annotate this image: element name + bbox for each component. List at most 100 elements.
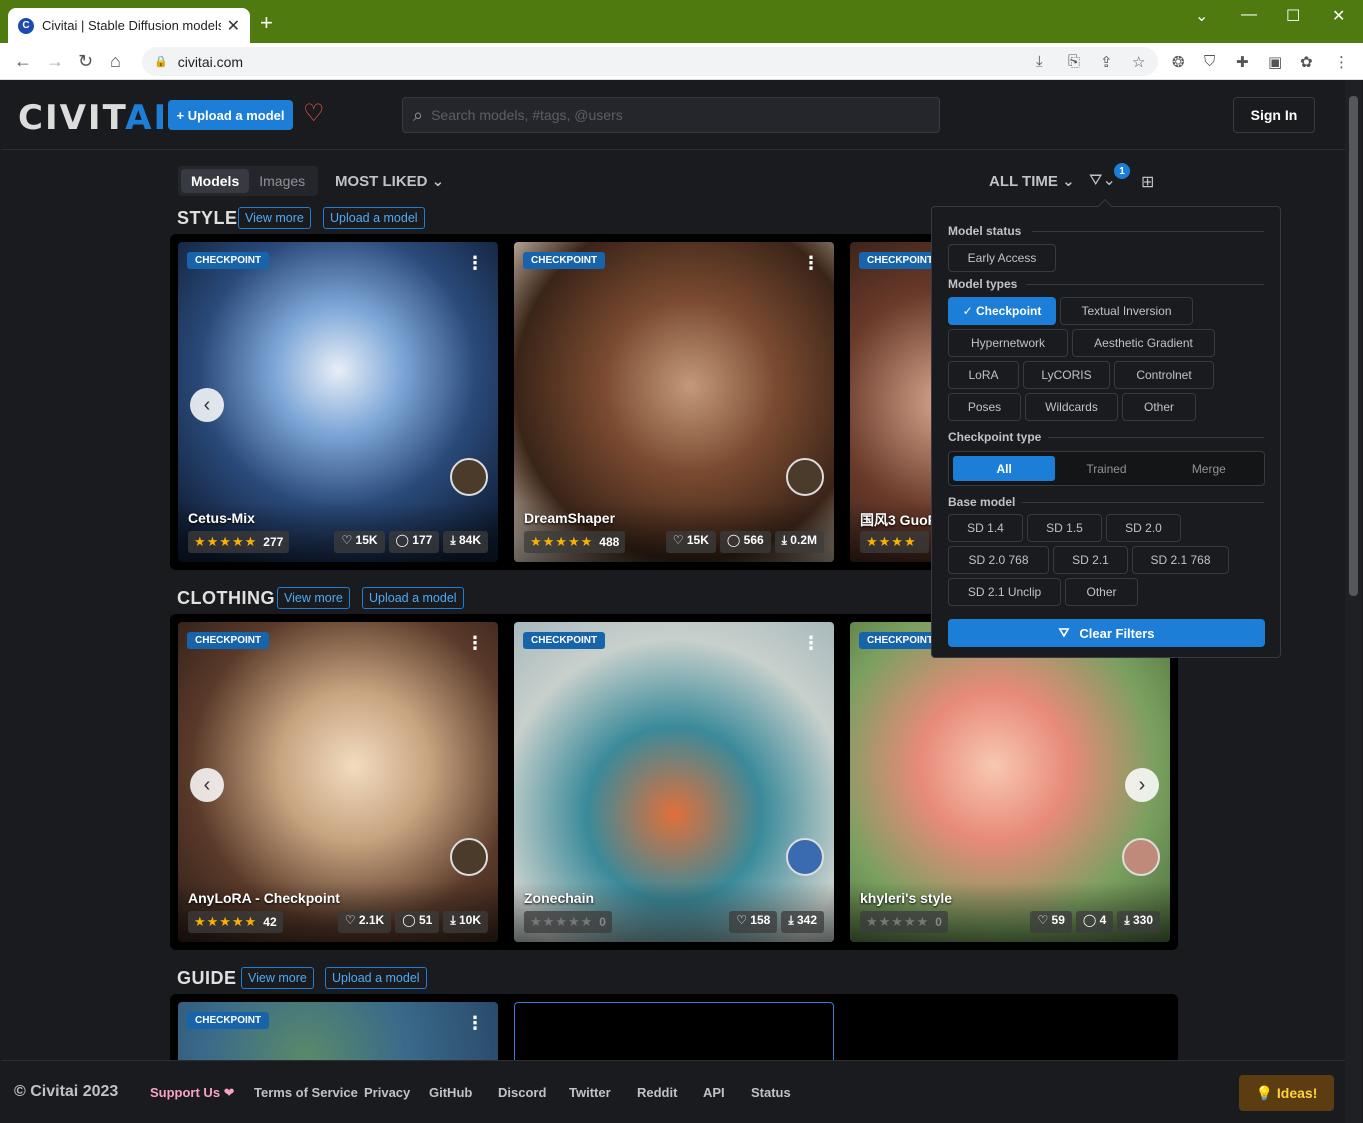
avatar[interactable] [786, 458, 824, 496]
upload-model-button[interactable]: + Upload a model [168, 100, 293, 130]
tab-search-icon[interactable]: ⌄ [1195, 6, 1208, 26]
footer-link-reddit[interactable]: Reddit [637, 1085, 677, 1100]
profile-avatar-icon[interactable]: ✿ [1300, 53, 1313, 71]
carousel-prev-icon[interactable]: ‹ [190, 768, 224, 802]
extension-openai-icon[interactable]: ❂ [1172, 53, 1185, 71]
card-menu-icon[interactable]: ⋮ [466, 1014, 484, 1032]
footer-link-terms[interactable]: Terms of Service [254, 1085, 358, 1100]
ideas-button[interactable]: 💡 Ideas! [1239, 1075, 1334, 1111]
checkpoint-type-label: Checkpoint type [948, 430, 1042, 444]
filter-chip-sd-2-0[interactable]: SD 2.0 [1106, 514, 1181, 542]
carousel-prev-icon[interactable]: ‹ [190, 388, 224, 422]
tab-images[interactable]: Images [249, 169, 315, 193]
card-menu-icon[interactable]: ⋮ [466, 634, 484, 652]
filter-chip-other-base[interactable]: Other [1065, 578, 1138, 606]
install-app-icon[interactable]: ⤓ [1036, 53, 1043, 70]
filter-chip-textual-inversion[interactable]: Textual Inversion [1060, 297, 1193, 325]
browser-tab[interactable]: C Civitai | Stable Diffusion models ✕ [8, 8, 250, 43]
footer-link-discord[interactable]: Discord [498, 1085, 546, 1100]
checkpoint-type-trained[interactable]: Trained [1055, 456, 1157, 481]
forward-icon[interactable]: → [46, 51, 64, 71]
section-upload-button[interactable]: Upload a model [325, 967, 427, 989]
model-card[interactable]: CHECKPOINT ⋮ AnyLoRA - Checkpoint ★★★★★ 4… [178, 622, 498, 942]
new-tab-icon[interactable]: + [260, 12, 273, 34]
filter-chip-wildcards[interactable]: Wildcards [1025, 393, 1118, 421]
model-card[interactable]: CHECKPOINT ⋮ DreamShaper ★★★★★ 488 ♡ 15K ◯… [514, 242, 834, 562]
filter-button[interactable]: ⛛⌄ [1089, 170, 1116, 190]
extensions-puzzle-icon[interactable]: ✚ [1236, 53, 1249, 71]
bookmark-star-icon[interactable]: ☆ [1132, 53, 1145, 71]
close-window-icon[interactable]: ✕ [1332, 6, 1345, 26]
extension-shield-icon[interactable]: ⛉ [1204, 53, 1215, 70]
model-card[interactable]: CHECKPOINT ⋮ Zonechain ★★★★★ 0 ♡ 158 ⤓ 342 [514, 622, 834, 942]
view-more-button[interactable]: View more [238, 207, 311, 229]
model-name: 国风3 GuoF [860, 512, 937, 528]
avatar[interactable] [450, 458, 488, 496]
checkpoint-type-merge[interactable]: Merge [1158, 456, 1260, 481]
filter-chip-lycoris[interactable]: LyCORIS [1023, 361, 1110, 389]
translate-icon[interactable]: ⎘ [1068, 53, 1080, 70]
model-card-placeholder[interactable] [514, 1002, 834, 1064]
avatar[interactable] [450, 838, 488, 876]
search-input[interactable]: ⌕ Search models, #tags, @users [402, 97, 940, 133]
model-card[interactable]: CHECKPOINT ⋮ Cetus-Mix ★★★★★ 277 ♡ 15K ◯ 1… [178, 242, 498, 562]
comment-count: ◯ 4 [1075, 911, 1114, 933]
footer-link-api[interactable]: API [703, 1085, 725, 1100]
clear-filters-button[interactable]: ⛛ Clear Filters [948, 619, 1265, 647]
filter-chip-sd-1-5[interactable]: SD 1.5 [1027, 514, 1102, 542]
view-more-button[interactable]: View more [241, 967, 314, 989]
support-us-link[interactable]: Support Us ❤ [150, 1085, 235, 1101]
layout-grid-icon[interactable]: ⊞ [1141, 172, 1154, 192]
chrome-menu-icon[interactable]: ⋮ [1334, 53, 1349, 71]
card-menu-icon[interactable]: ⋮ [802, 254, 820, 272]
card-menu-icon[interactable]: ⋮ [802, 634, 820, 652]
sign-in-button[interactable]: Sign In [1233, 97, 1315, 133]
filter-chip-sd-2-0-768[interactable]: SD 2.0 768 [948, 546, 1049, 574]
share-icon[interactable]: ⇪ [1100, 53, 1113, 71]
filter-chip-lora[interactable]: LoRA [948, 361, 1019, 389]
site-header: CIVITAI + Upload a model ♡ ⌕ Search mode… [1, 80, 1345, 150]
filter-chip-sd-1-4[interactable]: SD 1.4 [948, 514, 1023, 542]
card-menu-icon[interactable]: ⋮ [466, 254, 484, 272]
maximize-icon[interactable]: ☐ [1286, 6, 1300, 26]
sort-dropdown[interactable]: MOST LIKED ⌄ [335, 172, 444, 190]
filter-chip-early-access[interactable]: Early Access [948, 244, 1056, 272]
model-card[interactable]: CHECKPOINT ⋮ [178, 1002, 498, 1064]
support-heart-icon[interactable]: ♡ [303, 100, 325, 128]
scrollbar-thumb[interactable] [1349, 96, 1358, 596]
logo-text-ai: AI [125, 98, 169, 138]
side-panel-icon[interactable]: ▣ [1268, 53, 1282, 71]
footer-link-status[interactable]: Status [751, 1085, 791, 1100]
carousel-next-icon[interactable]: › [1125, 768, 1159, 802]
model-card[interactable]: CHECKPOINT khyleri's style ★★★★★ 0 ♡ 59 ◯ … [850, 622, 1170, 942]
tab-models[interactable]: Models [181, 169, 250, 193]
filter-chip-hypernetwork[interactable]: Hypernetwork [948, 329, 1068, 357]
section-upload-button[interactable]: Upload a model [323, 207, 425, 229]
filter-chip-sd-2-1-768[interactable]: SD 2.1 768 [1132, 546, 1229, 574]
page-scrollbar[interactable] [1345, 80, 1362, 1123]
url-bar[interactable]: 🔒 civitai.com [142, 47, 1158, 76]
back-icon[interactable]: ← [14, 51, 32, 71]
civitai-logo[interactable]: CIVITAI [18, 98, 168, 138]
footer-link-twitter[interactable]: Twitter [569, 1085, 611, 1100]
filter-chip-sd-2-1-unclip[interactable]: SD 2.1 Unclip [948, 578, 1061, 606]
filter-chip-other-type[interactable]: Other [1122, 393, 1196, 421]
close-tab-icon[interactable]: ✕ [227, 16, 240, 36]
period-dropdown[interactable]: ALL TIME ⌄ [989, 172, 1075, 190]
filter-chip-controlnet[interactable]: Controlnet [1114, 361, 1214, 389]
reload-icon[interactable]: ↻ [78, 51, 93, 71]
footer-link-github[interactable]: GitHub [429, 1085, 472, 1100]
filter-chip-aesthetic-gradient[interactable]: Aesthetic Gradient [1072, 329, 1215, 357]
minimize-icon[interactable]: — [1241, 6, 1257, 24]
filter-chip-sd-2-1[interactable]: SD 2.1 [1053, 546, 1128, 574]
avatar[interactable] [786, 838, 824, 876]
filter-chip-checkpoint[interactable]: ✓ Checkpoint [948, 297, 1056, 325]
filter-chip-poses[interactable]: Poses [948, 393, 1021, 421]
section-upload-button[interactable]: Upload a model [362, 587, 464, 609]
home-icon[interactable]: ⌂ [110, 51, 121, 71]
checkpoint-type-all[interactable]: All [953, 456, 1056, 481]
avatar[interactable] [1122, 838, 1160, 876]
footer-link-privacy[interactable]: Privacy [364, 1085, 410, 1100]
clear-filters-label: Clear Filters [1079, 625, 1155, 641]
view-more-button[interactable]: View more [277, 587, 350, 609]
